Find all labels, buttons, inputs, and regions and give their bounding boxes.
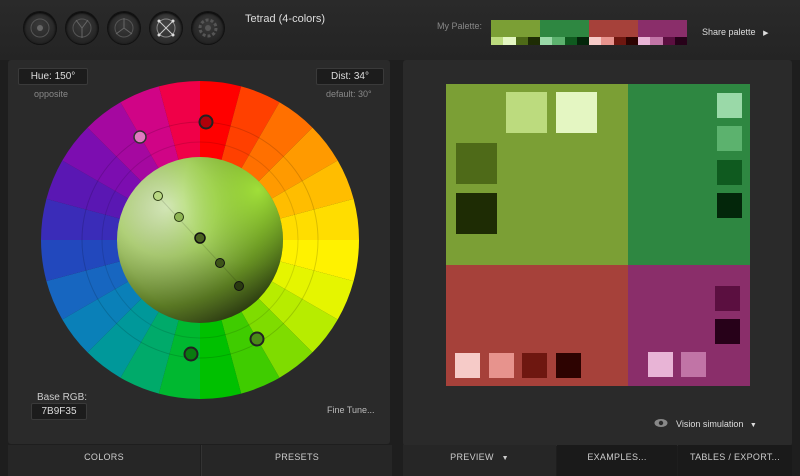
- tetrad-icon[interactable]: [150, 12, 182, 44]
- tab-examples[interactable]: EXAMPLES...: [557, 445, 677, 476]
- palette-group-2[interactable]: [540, 20, 589, 45]
- palette-shade: [540, 37, 553, 45]
- color-wheel[interactable]: [40, 80, 360, 400]
- preview-swatch[interactable]: [556, 92, 597, 133]
- caret-down-icon: ▼: [749, 422, 757, 429]
- palette-shade: [650, 37, 663, 45]
- preview-swatch[interactable]: [717, 193, 742, 218]
- palette-label: My Palette:: [437, 21, 483, 31]
- preview-swatch[interactable]: [456, 143, 497, 184]
- chevron-right-icon: ▶: [763, 30, 769, 37]
- preview-swatch[interactable]: [717, 160, 742, 185]
- triad-icon[interactable]: [108, 12, 140, 44]
- preview-swatch[interactable]: [489, 353, 514, 378]
- tab-colors[interactable]: COLORS: [8, 445, 200, 476]
- tab-presets[interactable]: PRESETS: [201, 445, 392, 476]
- preview-secondary-1[interactable]: [628, 84, 750, 265]
- base-rgb-label: Base RGB:: [37, 392, 88, 403]
- palette-group-1[interactable]: [491, 20, 540, 45]
- palette-main-swatch: [491, 20, 540, 37]
- tab-tables-export[interactable]: TABLES / EXPORT...: [678, 445, 792, 476]
- palette-main-swatch: [638, 20, 687, 37]
- base-rgb-input[interactable]: 7B9F35: [31, 403, 87, 420]
- palette-shade: [576, 37, 589, 45]
- vision-simulation-label: Vision simulation: [676, 419, 744, 429]
- preview-swatch[interactable]: [717, 93, 742, 118]
- palette-shade: [552, 37, 565, 45]
- palette-preview: [446, 84, 750, 386]
- preview-swatch[interactable]: [522, 353, 547, 378]
- mono-icon[interactable]: [24, 12, 56, 44]
- palette-shade: [601, 37, 614, 45]
- palette-main-swatch: [589, 20, 638, 37]
- vision-simulation-dropdown[interactable]: Vision simulation ▼: [676, 419, 757, 429]
- hue-handle-red[interactable]: [198, 114, 214, 130]
- freestyle-icon[interactable]: [192, 12, 224, 44]
- palette-shade: [662, 37, 675, 45]
- hue-handle-yellowgreen[interactable]: [249, 331, 265, 347]
- palette-shade: [625, 37, 638, 45]
- lightness-handle[interactable]: [234, 281, 244, 291]
- lightness-handle[interactable]: [215, 258, 225, 268]
- palette-strip[interactable]: [491, 20, 687, 45]
- preview-swatch[interactable]: [456, 193, 497, 234]
- tab-preview[interactable]: PREVIEW ▼: [403, 445, 556, 476]
- adjacent-icon[interactable]: [66, 12, 98, 44]
- preview-primary[interactable]: [446, 84, 628, 265]
- palette-shade: [589, 37, 602, 45]
- share-palette-button[interactable]: Share palette ▶: [702, 27, 768, 37]
- preview-swatch[interactable]: [556, 353, 581, 378]
- top-toolbar: Tetrad (4-colors) My Palette: Share pale…: [0, 0, 800, 60]
- eye-icon: [654, 419, 668, 427]
- palette-shade: [515, 37, 528, 45]
- hue-handle-green[interactable]: [183, 346, 199, 362]
- hue-handle-purple[interactable]: [133, 130, 147, 144]
- preview-swatch[interactable]: [455, 353, 480, 378]
- palette-group-4[interactable]: [638, 20, 687, 45]
- palette-shade: [527, 37, 540, 45]
- preview-swatch[interactable]: [506, 92, 547, 133]
- preview-swatch[interactable]: [715, 319, 740, 344]
- caret-down-icon: ▼: [501, 455, 509, 462]
- tab-preview-label: PREVIEW: [450, 452, 494, 462]
- palette-shade: [638, 37, 651, 45]
- scheme-title: Tetrad (4-colors): [245, 13, 326, 25]
- preview-swatch[interactable]: [717, 126, 742, 151]
- palette-main-swatch: [540, 20, 589, 37]
- palette-shade: [613, 37, 626, 45]
- palette-shade: [674, 37, 687, 45]
- share-palette-label: Share palette: [702, 27, 756, 37]
- preview-swatch[interactable]: [681, 352, 706, 377]
- lightness-handle[interactable]: [153, 191, 163, 201]
- palette-group-3[interactable]: [589, 20, 638, 45]
- preview-swatch[interactable]: [715, 286, 740, 311]
- palette-shade: [491, 37, 504, 45]
- preview-complement[interactable]: [628, 265, 750, 386]
- palette-shade: [564, 37, 577, 45]
- palette-shade: [503, 37, 516, 45]
- preview-secondary-2[interactable]: [446, 265, 628, 386]
- base-color-handle[interactable]: [194, 232, 206, 244]
- fine-tune-button[interactable]: Fine Tune...: [327, 405, 375, 415]
- lightness-handle[interactable]: [174, 212, 184, 222]
- preview-swatch[interactable]: [648, 352, 673, 377]
